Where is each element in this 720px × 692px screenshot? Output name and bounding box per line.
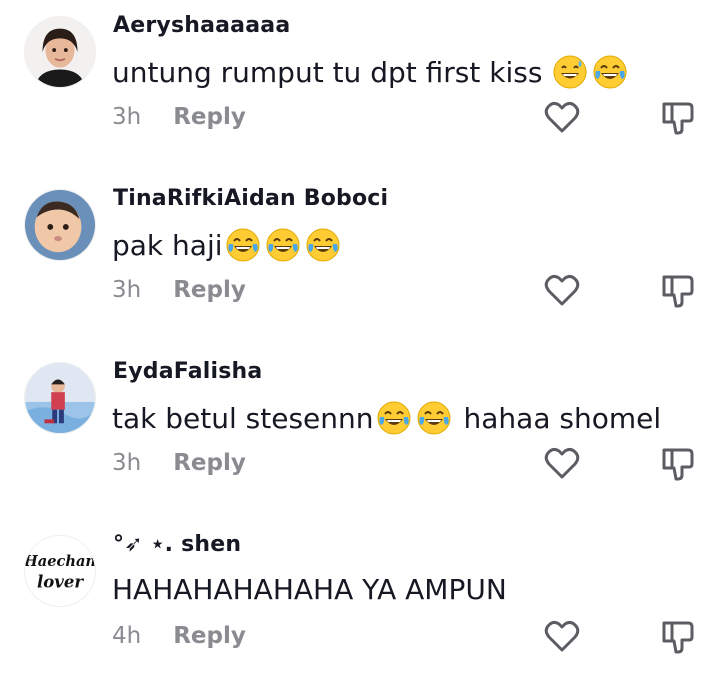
heart-outline-icon[interactable]	[543, 271, 581, 309]
comment-username[interactable]: EydaFalisha	[113, 359, 262, 384]
heart-outline-icon[interactable]	[543, 98, 581, 136]
comment-text: tak betul stesennn	[112, 401, 374, 435]
thumbs-down-outline-icon[interactable]	[660, 100, 696, 136]
avatar-child-photo	[25, 363, 95, 433]
comment-text: untung rumput tu dpt first kiss	[112, 55, 543, 89]
heart-outline-icon[interactable]	[543, 444, 581, 482]
heart-outline-icon[interactable]	[543, 617, 581, 655]
avatar[interactable]	[24, 362, 96, 434]
thumbs-down-outline-icon[interactable]	[660, 446, 696, 482]
comment-meta: 3h Reply	[112, 277, 246, 303]
tears-of-joy-emoji	[592, 54, 628, 90]
comment-username[interactable]: °➶ ⋆. shen	[113, 532, 241, 557]
comment-time: 3h	[112, 277, 142, 303]
comment-item: EydaFalisha tak betul stesennn hahaa sho…	[0, 346, 720, 519]
tears-of-joy-emoji	[225, 227, 261, 263]
avatar-text-line2: lover	[37, 572, 84, 592]
comment-time: 3h	[112, 104, 142, 130]
reply-button[interactable]: Reply	[173, 104, 246, 130]
reply-button[interactable]: Reply	[173, 623, 246, 649]
comment-text-row: HAHAHAHAHAHA YA AMPUN	[112, 573, 507, 606]
thumbs-down-outline-icon[interactable]	[660, 273, 696, 309]
comment-text-suffix: hahaa shomel	[463, 401, 662, 435]
comment-item: Aeryshaaaaaa untung rumput tu dpt first …	[0, 0, 720, 173]
avatar[interactable]	[24, 16, 96, 88]
avatar-baby-photo	[25, 190, 95, 260]
avatar[interactable]: Haechan lover	[24, 535, 96, 607]
avatar-text-logo: Haechan lover	[25, 536, 95, 606]
avatar-girl-photo	[25, 17, 95, 87]
sweat-smile-emoji	[552, 54, 588, 90]
avatar-text-line1: Haechan	[25, 553, 95, 570]
comment-text: pak haji	[112, 228, 223, 262]
comment-item: Haechan lover °➶ ⋆. shen HAHAHAHAHAHA YA…	[0, 519, 720, 692]
reply-button[interactable]: Reply	[173, 277, 246, 303]
comment-text-row: pak haji	[112, 227, 341, 263]
avatar[interactable]	[24, 189, 96, 261]
comment-time: 3h	[112, 450, 142, 476]
comment-meta: 3h Reply	[112, 104, 246, 130]
comment-time: 4h	[112, 623, 142, 649]
comment-username[interactable]: TinaRifkiAidan Boboci	[113, 186, 388, 211]
comment-text-row: untung rumput tu dpt first kiss	[112, 54, 628, 90]
comment-item: TinaRifkiAidan Boboci pak haji 3h Reply	[0, 173, 720, 346]
comment-text: HAHAHAHAHAHA YA AMPUN	[112, 573, 507, 606]
comment-username[interactable]: Aeryshaaaaaa	[113, 13, 290, 38]
comment-text-row: tak betul stesennn hahaa shomel	[112, 400, 661, 436]
tears-of-joy-emoji	[305, 227, 341, 263]
reply-button[interactable]: Reply	[173, 450, 246, 476]
tears-of-joy-emoji	[265, 227, 301, 263]
thumbs-down-outline-icon[interactable]	[660, 619, 696, 655]
tears-of-joy-emoji	[376, 400, 412, 436]
tears-of-joy-emoji	[416, 400, 452, 436]
comment-meta: 4h Reply	[112, 623, 246, 649]
comment-meta: 3h Reply	[112, 450, 246, 476]
